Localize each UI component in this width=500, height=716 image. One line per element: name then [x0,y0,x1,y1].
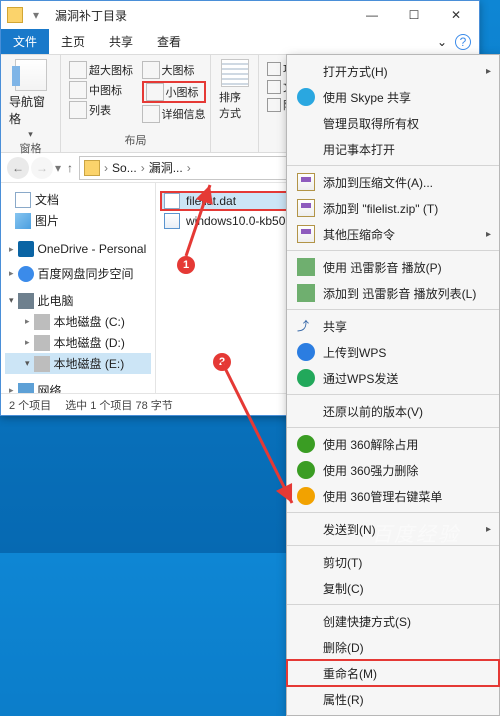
tree-baidu[interactable]: ▸百度网盘同步空间 [5,263,151,284]
archive-icon [297,199,315,217]
layout-details[interactable]: 详细信息 [142,105,206,123]
ctx-copy[interactable]: 复制(C) [287,575,499,601]
ctx-restore-prev[interactable]: 还原以前的版本(V) [287,398,499,424]
ribbon-group-panes: 导航窗格 ▾ 窗格 [1,55,61,152]
address-folder-icon [84,160,100,176]
ctx-rename[interactable]: 重命名(M) [287,660,499,686]
nav-pane-icon [15,59,47,91]
ctx-360-menu[interactable]: 使用 360管理右键菜单 [287,483,499,509]
sort-label: 排序方式 [219,89,250,121]
skype-icon [297,88,315,106]
360-icon [297,461,315,479]
layout-large[interactable]: 大图标 [142,61,206,79]
titlebar: ▾ 漏洞补丁目录 — ☐ ✕ [1,1,479,29]
ctx-skype-share[interactable]: 使用 Skype 共享 [287,84,499,110]
wps-icon [297,343,315,361]
maximize-button[interactable]: ☐ [393,1,435,29]
address-seg-1[interactable]: So... [112,161,137,175]
360-icon [297,487,315,505]
ribbon-collapse-icon[interactable]: ⌄ [437,35,447,49]
ctx-add-xunlei-list[interactable]: 添加到 迅雷影音 播放列表(L) [287,280,499,306]
ribbon-tabs: 文件 主页 共享 查看 ⌄ ? [1,29,479,55]
archive-icon [297,225,315,243]
tree-drive-d[interactable]: ▸本地磁盘 (D:) [5,332,151,353]
ribbon-group-view: 排序方式 [211,55,259,152]
nav-pane-button[interactable]: 导航窗格 ▾ [9,59,52,140]
ctx-360-force-del[interactable]: 使用 360强力删除 [287,457,499,483]
ctx-admin-own[interactable]: 管理员取得所有权 [287,110,499,136]
help-icon[interactable]: ? [455,34,471,50]
ctx-share[interactable]: ⤴共享 [287,313,499,339]
tree-this-pc[interactable]: ▾此电脑 [5,290,151,311]
tree-drive-e[interactable]: ▾本地磁盘 (E:) [5,353,151,374]
sort-button[interactable]: 排序方式 [219,59,250,121]
window-title: 漏洞补丁目录 [55,7,127,24]
minimize-button[interactable]: — [351,1,393,29]
nav-back-button[interactable]: ← [7,157,29,179]
address-seg-2[interactable]: 漏洞... [149,159,183,176]
ctx-add-archive[interactable]: 添加到压缩文件(A)... [287,169,499,195]
status-selection: 选中 1 个项目 78 字节 [65,397,173,413]
ctx-360-unlock[interactable]: 使用 360解除占用 [287,431,499,457]
tree-documents[interactable]: 文档 [5,189,151,210]
nav-forward-button[interactable]: → [31,157,53,179]
ribbon-help: ⌄ ? [429,29,479,54]
file-name: filelist.dat [186,194,236,208]
ctx-add-zip[interactable]: 添加到 "filelist.zip" (T) [287,195,499,221]
xunlei-icon [297,258,315,276]
tab-home[interactable]: 主页 [49,29,97,54]
ctx-open-notepad[interactable]: 用记事本打开 [287,136,499,162]
nav-tree[interactable]: 文档 图片 ▸OneDrive - Personal ▸百度网盘同步空间 ▾此电… [1,183,156,393]
nav-up-button[interactable]: ↑ [63,161,77,175]
close-button[interactable]: ✕ [435,1,477,29]
ctx-send-wx[interactable]: 通过WPS发送 [287,365,499,391]
ribbon-group-layout: 超大图标 中图标 列表 大图标 小图标 详细信息 布局 [61,55,211,152]
wechat-icon [297,369,315,387]
folder-icon [7,7,23,23]
xunlei-icon [297,284,315,302]
ctx-open-with[interactable]: 打开方式(H)▸ [287,58,499,84]
tree-onedrive[interactable]: ▸OneDrive - Personal [5,239,151,259]
file-icon [164,193,180,209]
tab-file[interactable]: 文件 [1,29,49,54]
tree-network[interactable]: ▸网络 [5,380,151,393]
group-label-panes: 窗格 [20,140,42,156]
status-count: 2 个项目 [9,397,51,413]
qat-dropdown-icon[interactable]: ▾ [33,8,47,22]
ctx-upload-wps[interactable]: 上传到WPS [287,339,499,365]
file-icon [164,213,180,229]
tab-share[interactable]: 共享 [97,29,145,54]
ctx-play-xunlei[interactable]: 使用 迅雷影音 播放(P) [287,254,499,280]
archive-icon [297,173,315,191]
window-controls: — ☐ ✕ [351,1,477,29]
tab-view[interactable]: 查看 [145,29,193,54]
group-label-layout: 布局 [125,132,147,148]
quick-access-toolbar: ▾ [33,8,47,22]
ctx-other-zip[interactable]: 其他压缩命令▸ [287,221,499,247]
ctx-create-shortcut[interactable]: 创建快捷方式(S) [287,608,499,634]
ctx-delete[interactable]: 删除(D) [287,634,499,660]
share-icon: ⤴ [297,317,315,335]
layout-small[interactable]: 小图标 [142,81,206,103]
360-icon [297,435,315,453]
sort-icon [221,59,249,87]
context-menu: 打开方式(H)▸ 使用 Skype 共享 管理员取得所有权 用记事本打开 添加到… [286,54,500,716]
tree-pictures[interactable]: 图片 [5,210,151,231]
ctx-properties[interactable]: 属性(R) [287,686,499,712]
nav-pane-label: 导航窗格 [9,93,52,127]
nav-recent-icon[interactable]: ▾ [55,161,61,175]
watermark: 百度经验 [372,518,460,547]
tree-drive-c[interactable]: ▸本地磁盘 (C:) [5,311,151,332]
